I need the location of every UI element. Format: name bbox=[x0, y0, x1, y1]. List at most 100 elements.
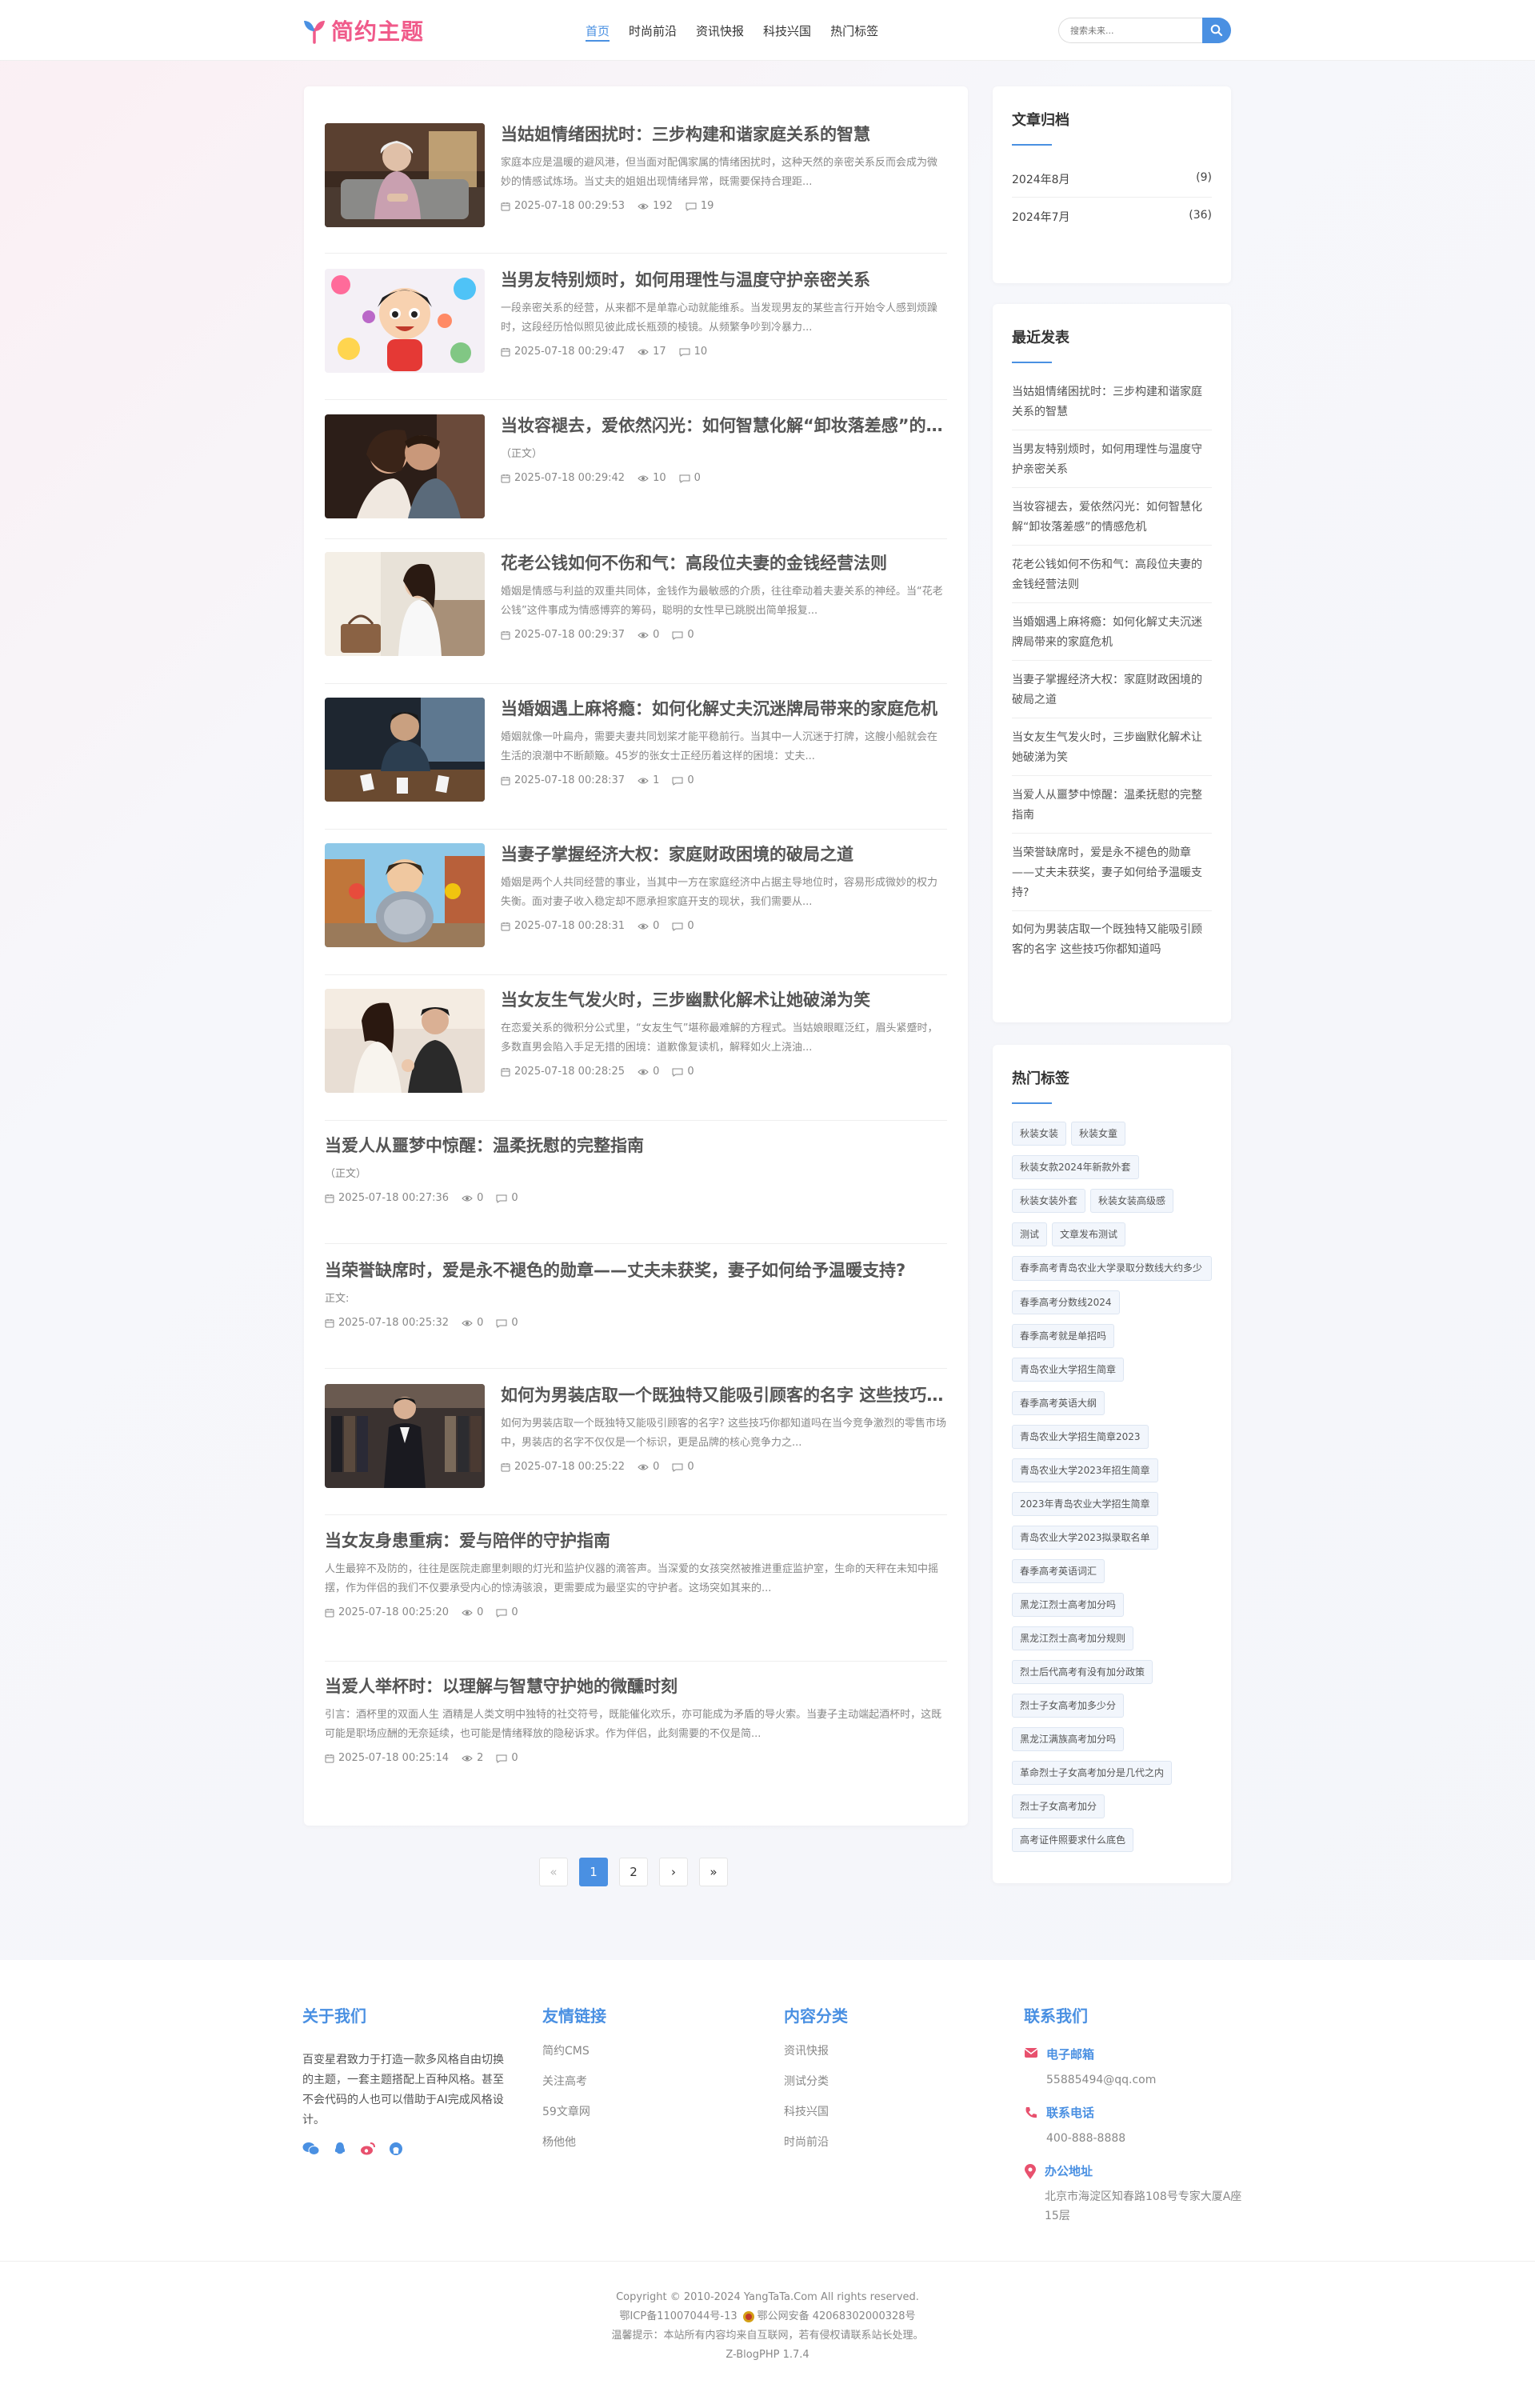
tag-link[interactable]: 春季高考英语词汇 bbox=[1012, 1559, 1105, 1583]
tag-link[interactable]: 春季高考英语大纲 bbox=[1012, 1391, 1105, 1415]
next-page-button[interactable]: › bbox=[659, 1858, 688, 1886]
nav-home[interactable]: 首页 bbox=[586, 0, 610, 61]
wechat-link[interactable] bbox=[302, 2142, 320, 2156]
archive-item[interactable]: 2024年8月 (9) bbox=[1012, 171, 1212, 187]
tag-link[interactable]: 高考证件照要求什么底色 bbox=[1012, 1828, 1134, 1852]
article-item[interactable]: 当姑姐情绪困扰时：三步构建和谐家庭关系的智慧 家庭本应是温暖的避风港，但当面对配… bbox=[325, 123, 947, 254]
recent-post-link[interactable]: 当妆容褪去，爱依然闪光：如何智慧化解“卸妆落差感”的情感危机 bbox=[1012, 498, 1212, 546]
site-logo[interactable]: 简约主题 bbox=[301, 13, 424, 48]
article-thumbnail[interactable] bbox=[325, 269, 485, 373]
archive-item[interactable]: 2024年7月 (36) bbox=[1012, 209, 1212, 225]
article-item[interactable]: 当爱人从噩梦中惊醒：温柔抚慰的完整指南 （正文） 2025-07-18 00:2… bbox=[325, 1134, 947, 1244]
nav-news[interactable]: 资讯快报 bbox=[696, 0, 744, 61]
article-title[interactable]: 当男友特别烦时，如何用理性与温度守护亲密关系 bbox=[501, 269, 947, 291]
page-1-button[interactable]: 1 bbox=[579, 1858, 608, 1886]
article-item[interactable]: 如何为男装店取一个既独特又能吸引顾客的名字 这些技巧你都知道吗 如何为男装店取一… bbox=[325, 1384, 947, 1515]
tag-link[interactable]: 春季高考就是单招吗 bbox=[1012, 1324, 1115, 1348]
powered-by[interactable]: Z-BlogPHP 1.7.4 bbox=[0, 2346, 1535, 2365]
article-title[interactable]: 当姑姐情绪困扰时：三步构建和谐家庭关系的智慧 bbox=[501, 123, 947, 146]
tag-link[interactable]: 青岛农业大学招生简章2023 bbox=[1012, 1425, 1149, 1449]
article-item[interactable]: 当荣誉缺席时，爱是永不褪色的勋章——丈夫未获奖，妻子如何给予温暖支持? 正文: … bbox=[325, 1259, 947, 1369]
tag-link[interactable]: 黑龙江烈士高考加分吗 bbox=[1012, 1593, 1125, 1617]
friend-link[interactable]: 59文章网 bbox=[542, 2097, 606, 2127]
tag-link[interactable]: 秋装女装外套 bbox=[1012, 1189, 1086, 1213]
tag-link[interactable]: 2023年青岛农业大学招生简章 bbox=[1012, 1492, 1158, 1516]
tag-link[interactable]: 春季高考青岛农业大学录取分数线大约多少 bbox=[1012, 1256, 1212, 1281]
tag-link[interactable]: 青岛农业大学招生简章 bbox=[1012, 1358, 1125, 1382]
tag-link[interactable]: 烈士子女高考加多少分 bbox=[1012, 1694, 1125, 1718]
github-link[interactable] bbox=[389, 2142, 403, 2156]
article-title[interactable]: 如何为男装店取一个既独特又能吸引顾客的名字 这些技巧你都知道吗 bbox=[501, 1384, 947, 1406]
article-thumbnail[interactable] bbox=[325, 1384, 485, 1488]
search-input[interactable] bbox=[1058, 18, 1202, 43]
article-item[interactable]: 花老公钱如何不伤和气：高段位夫妻的金钱经营法则 婚姻是情感与利益的双重共同体，金… bbox=[325, 552, 947, 684]
article-title[interactable]: 当爱人举杯时：以理解与智慧守护她的微醺时刻 bbox=[325, 1675, 947, 1698]
article-title[interactable]: 花老公钱如何不伤和气：高段位夫妻的金钱经营法则 bbox=[501, 552, 947, 574]
last-page-button[interactable]: » bbox=[699, 1858, 728, 1886]
qq-link[interactable] bbox=[333, 2142, 347, 2156]
recent-post-link[interactable]: 当女友生气发火时，三步幽默化解术让她破涕为笑 bbox=[1012, 728, 1212, 776]
tag-link[interactable]: 春季高考分数线2024 bbox=[1012, 1290, 1120, 1314]
article-title[interactable]: 当女友身患重病：爱与陪伴的守护指南 bbox=[325, 1530, 947, 1552]
page-2-button[interactable]: 2 bbox=[619, 1858, 648, 1886]
tag-link[interactable]: 秋装女装高级感 bbox=[1090, 1189, 1174, 1213]
icp-link[interactable]: 鄂ICP备11007044号-13 bbox=[619, 2307, 737, 2326]
article-title[interactable]: 当女友生气发火时，三步幽默化解术让她破涕为笑 bbox=[501, 989, 947, 1011]
recent-post-link[interactable]: 当爱人从噩梦中惊醒：温柔抚慰的完整指南 bbox=[1012, 786, 1212, 834]
recent-post-link[interactable]: 花老公钱如何不伤和气：高段位夫妻的金钱经营法则 bbox=[1012, 555, 1212, 603]
article-thumbnail[interactable] bbox=[325, 552, 485, 656]
tag-link[interactable]: 秋装女装 bbox=[1012, 1122, 1067, 1146]
tag-link[interactable]: 秋装女款2024年新款外套 bbox=[1012, 1155, 1139, 1179]
nav-fashion[interactable]: 时尚前沿 bbox=[629, 0, 677, 61]
category-link[interactable]: 资讯快报 bbox=[784, 2036, 848, 2066]
friend-link[interactable]: 关注高考 bbox=[542, 2066, 606, 2097]
article-item[interactable]: 当爱人举杯时：以理解与智慧守护她的微醺时刻 引言：酒杯里的双面人生 酒精是人类文… bbox=[325, 1675, 947, 1787]
tag-link[interactable]: 文章发布测试 bbox=[1052, 1222, 1126, 1246]
comment-icon bbox=[496, 1609, 507, 1618]
recent-post-link[interactable]: 当姑姐情绪困扰时：三步构建和谐家庭关系的智慧 bbox=[1012, 382, 1212, 430]
article-item[interactable]: 当女友生气发火时，三步幽默化解术让她破涕为笑 在恋爱关系的微积分公式里，“女友生… bbox=[325, 989, 947, 1121]
tag-link[interactable]: 秋装女童 bbox=[1071, 1122, 1126, 1146]
article-thumbnail[interactable] bbox=[325, 843, 485, 947]
article-title[interactable]: 当妆容褪去，爱依然闪光：如何智慧化解“卸妆落差感”的情感危机 bbox=[501, 414, 947, 437]
article-title[interactable]: 当荣誉缺席时，爱是永不褪色的勋章——丈夫未获奖，妻子如何给予温暖支持? bbox=[325, 1259, 947, 1282]
calendar-icon bbox=[501, 922, 510, 930]
article-title[interactable]: 当婚姻遇上麻将瘾：如何化解丈夫沉迷牌局带来的家庭危机 bbox=[501, 698, 947, 720]
recent-post-link[interactable]: 当男友特别烦时，如何用理性与温度守护亲密关系 bbox=[1012, 440, 1212, 488]
eye-icon bbox=[638, 923, 649, 929]
article-item[interactable]: 当婚姻遇上麻将瘾：如何化解丈夫沉迷牌局带来的家庭危机 婚姻就像一叶扁舟，需要夫妻… bbox=[325, 698, 947, 830]
weibo-link[interactable] bbox=[360, 2142, 376, 2156]
article-item[interactable]: 当女友身患重病：爱与陪伴的守护指南 人生最猝不及防的，往往是医院走廊里刺眼的灯光… bbox=[325, 1530, 947, 1662]
tag-link[interactable]: 烈士子女高考加分 bbox=[1012, 1794, 1105, 1818]
tag-link[interactable]: 黑龙江烈士高考加分规则 bbox=[1012, 1626, 1134, 1650]
tag-link[interactable]: 烈士后代高考有没有加分政策 bbox=[1012, 1660, 1153, 1684]
article-title[interactable]: 当爱人从噩梦中惊醒：温柔抚慰的完整指南 bbox=[325, 1134, 947, 1157]
recent-post-link[interactable]: 当妻子掌握经济大权：家庭财政困境的破局之道 bbox=[1012, 670, 1212, 718]
friend-link[interactable]: 简约CMS bbox=[542, 2036, 606, 2066]
category-link[interactable]: 科技兴国 bbox=[784, 2097, 848, 2127]
article-thumbnail[interactable] bbox=[325, 414, 485, 518]
tag-link[interactable]: 青岛农业大学2023年招生简章 bbox=[1012, 1458, 1158, 1482]
nav-tags[interactable]: 热门标签 bbox=[830, 0, 878, 61]
article-item[interactable]: 当妻子掌握经济大权：家庭财政困境的破局之道 婚姻是两个人共同经营的事业，当其中一… bbox=[325, 843, 947, 975]
category-link[interactable]: 时尚前沿 bbox=[784, 2127, 848, 2158]
tag-link[interactable]: 革命烈士子女高考加分是几代之内 bbox=[1012, 1761, 1173, 1785]
article-thumbnail[interactable] bbox=[325, 698, 485, 802]
article-item[interactable]: 当男友特别烦时，如何用理性与温度守护亲密关系 一段亲密关系的经营，从来都不是单靠… bbox=[325, 269, 947, 400]
first-page-button[interactable]: « bbox=[539, 1858, 568, 1886]
friend-link[interactable]: 杨他他 bbox=[542, 2127, 606, 2158]
recent-post-link[interactable]: 当婚姻遇上麻将瘾：如何化解丈夫沉迷牌局带来的家庭危机 bbox=[1012, 613, 1212, 661]
recent-post-link[interactable]: 当荣誉缺席时，爱是永不褪色的勋章——丈夫未获奖，妻子如何给予温暖支持? bbox=[1012, 843, 1212, 911]
tag-link[interactable]: 测试 bbox=[1012, 1222, 1048, 1246]
recent-post-link[interactable]: 如何为男装店取一个既独特又能吸引顾客的名字 这些技巧你都知道吗 bbox=[1012, 920, 1212, 967]
article-title[interactable]: 当妻子掌握经济大权：家庭财政困境的破局之道 bbox=[501, 843, 947, 866]
tag-link[interactable]: 黑龙江满族高考加分吗 bbox=[1012, 1727, 1125, 1751]
tag-link[interactable]: 青岛农业大学2023拟录取名单 bbox=[1012, 1526, 1158, 1550]
search-button[interactable] bbox=[1202, 18, 1231, 43]
category-link[interactable]: 测试分类 bbox=[784, 2066, 848, 2097]
article-item[interactable]: 当妆容褪去，爱依然闪光：如何智慧化解“卸妆落差感”的情感危机 （正文） 2025… bbox=[325, 414, 947, 539]
nav-tech[interactable]: 科技兴国 bbox=[763, 0, 811, 61]
police-link[interactable]: 鄂公网安备 42068302000328号 bbox=[758, 2307, 916, 2326]
article-thumbnail[interactable] bbox=[325, 989, 485, 1093]
article-thumbnail[interactable] bbox=[325, 123, 485, 227]
